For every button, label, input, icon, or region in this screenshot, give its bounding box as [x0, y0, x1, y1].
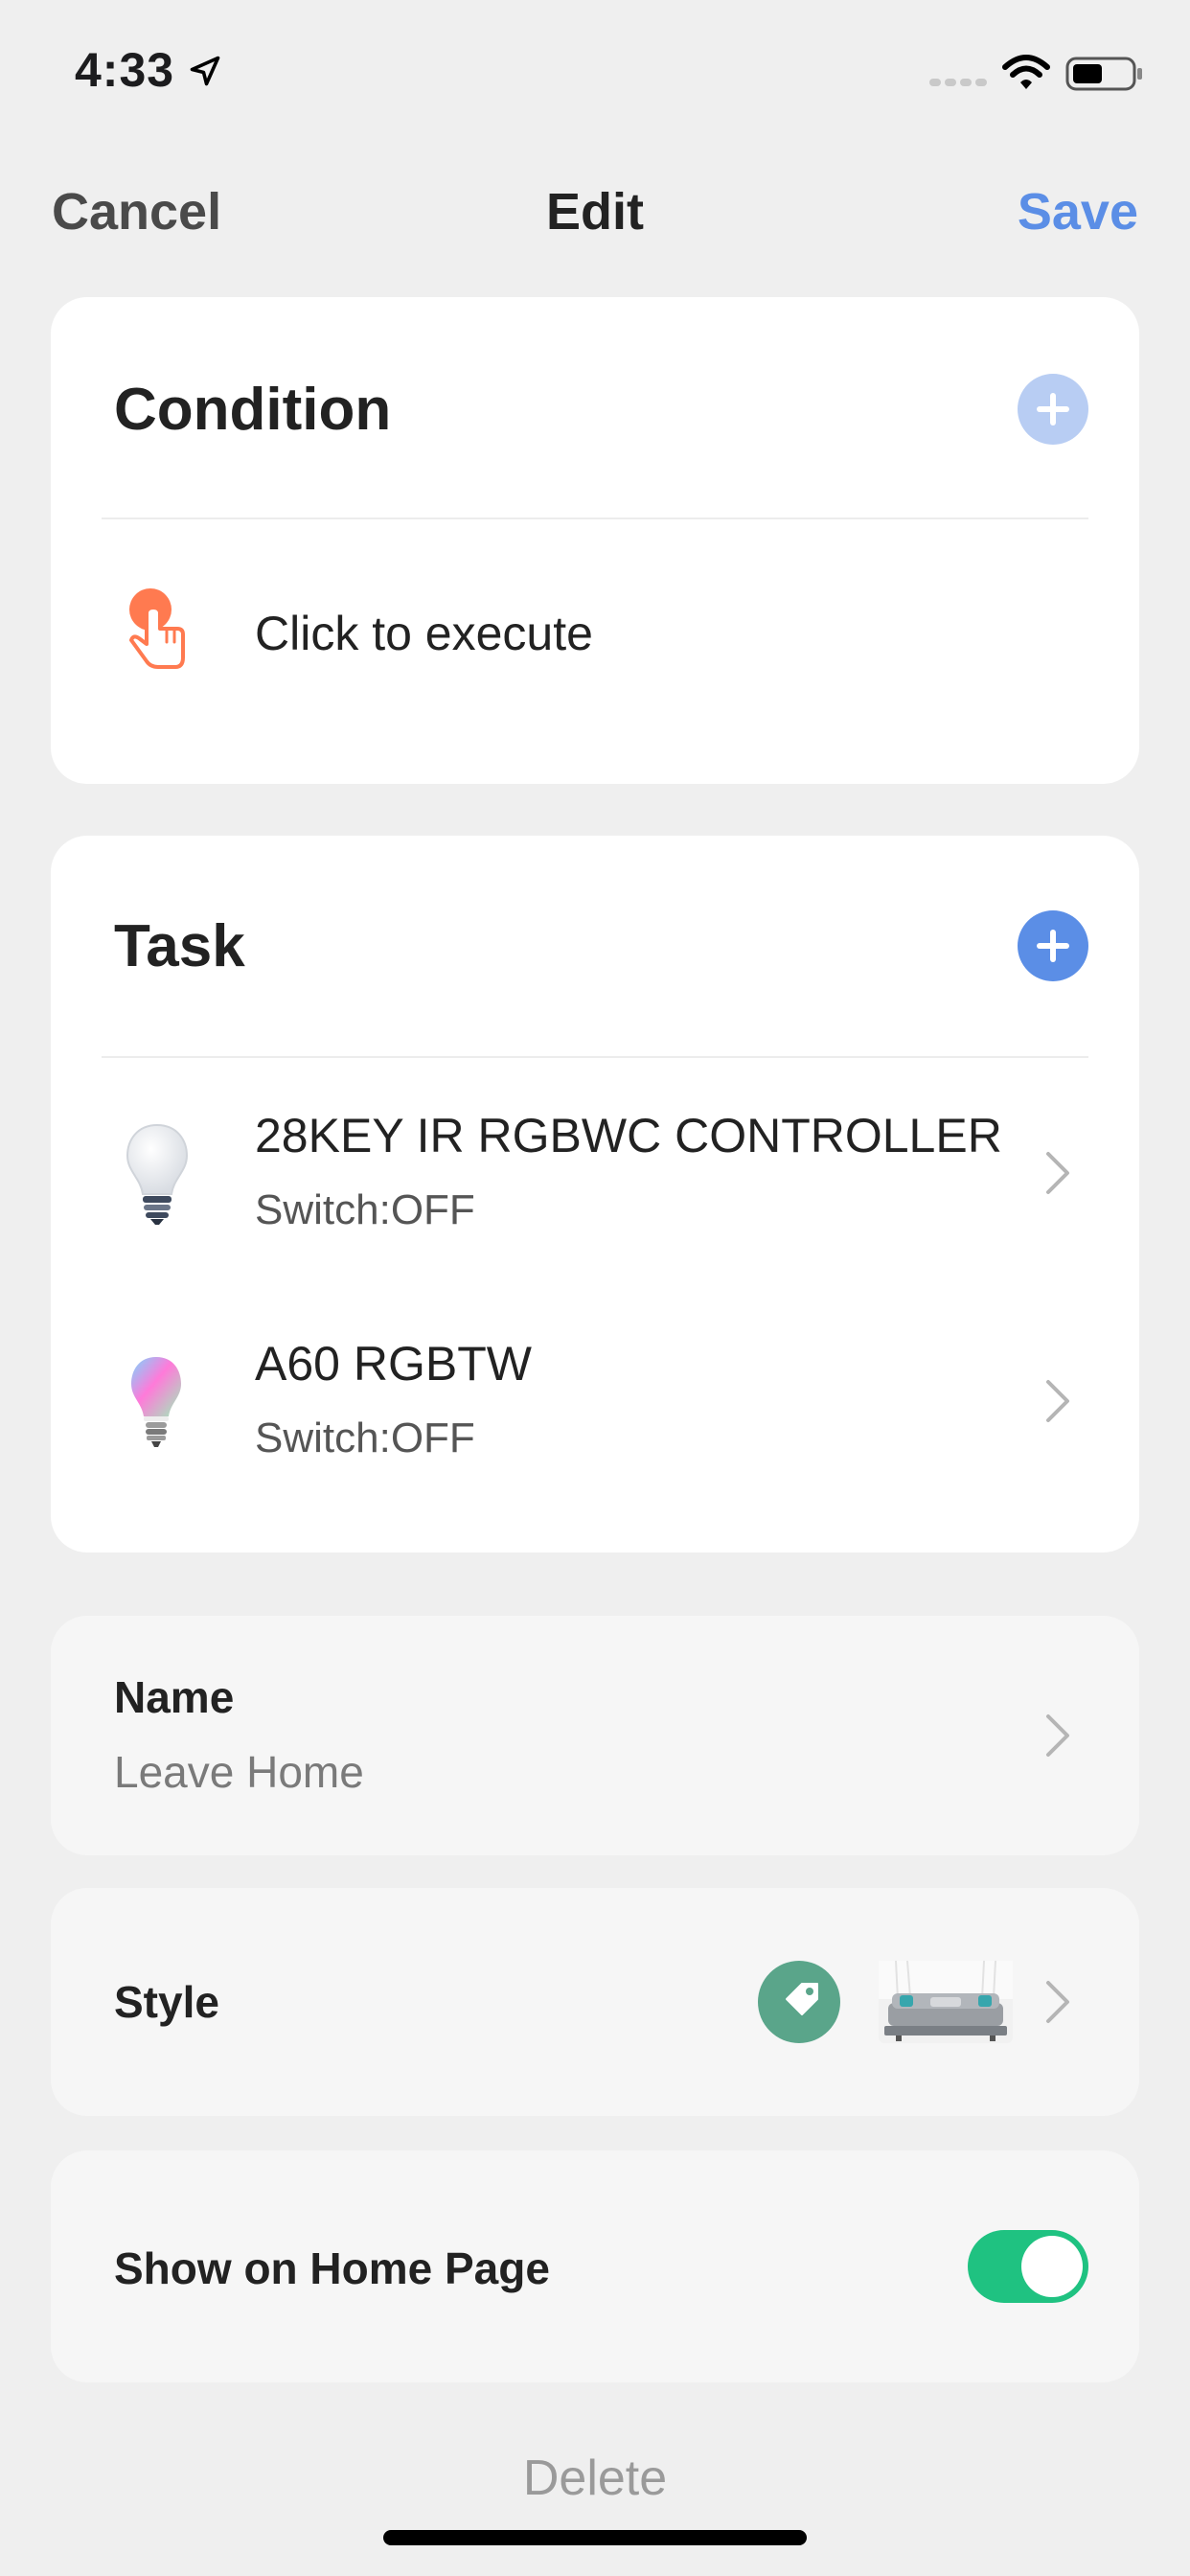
- add-task-button[interactable]: [1018, 910, 1088, 981]
- task-item-subtitle: Switch:OFF: [255, 1414, 475, 1461]
- chevron-right-icon: [1043, 1149, 1072, 1197]
- condition-card: Condition Click to execute: [51, 297, 1139, 784]
- name-row[interactable]: Name Leave Home: [51, 1616, 1139, 1855]
- show-home-label: Show on Home Page: [114, 2243, 550, 2293]
- cellular-signal-icon: [929, 79, 987, 86]
- chevron-right-icon: [1043, 1377, 1072, 1425]
- show-home-row: Show on Home Page: [51, 2150, 1139, 2382]
- task-header: Task: [114, 913, 245, 979]
- toggle-knob: [1021, 2236, 1083, 2297]
- wifi-icon: [1002, 55, 1050, 89]
- task-card: Task 28KEY IR RGBWC CONTROLLER Switch:OF…: [51, 836, 1139, 1552]
- hand-tap-icon: [129, 588, 185, 669]
- chevron-right-icon: [1043, 1712, 1072, 1760]
- style-row[interactable]: Style: [51, 1888, 1139, 2116]
- bulb-white-icon: [126, 1123, 189, 1225]
- style-label: Style: [114, 1977, 219, 2027]
- status-time: 4:33: [75, 43, 175, 97]
- tag-icon: [758, 1961, 840, 2043]
- condition-item-label: Click to execute: [255, 607, 593, 660]
- delete-button[interactable]: Delete: [0, 2450, 1190, 2507]
- bulb-color-icon: [131, 1357, 181, 1447]
- room-image: [879, 1961, 1013, 2043]
- location-arrow-icon: [190, 56, 220, 86]
- task-item-subtitle: Switch:OFF: [255, 1186, 475, 1233]
- name-value: Leave Home: [114, 1747, 364, 1797]
- divider: [102, 518, 1088, 519]
- divider: [102, 1056, 1088, 1058]
- plus-icon: [1018, 374, 1088, 445]
- save-button[interactable]: Save: [1018, 182, 1138, 242]
- status-bar: 4:33: [0, 0, 1190, 144]
- battery-icon: [1065, 57, 1142, 91]
- nav-bar: Edit Cancel Save: [0, 172, 1190, 249]
- chevron-right-icon: [1043, 1978, 1072, 2026]
- task-item-title: 28KEY IR RGBWC CONTROLLER: [255, 1109, 1002, 1162]
- plus-icon: [1018, 910, 1088, 981]
- show-home-toggle[interactable]: [968, 2230, 1088, 2303]
- name-label: Name: [114, 1672, 235, 1722]
- home-indicator: [383, 2530, 807, 2545]
- task-item-title: A60 RGBTW: [255, 1337, 532, 1391]
- condition-header: Condition: [114, 377, 392, 443]
- add-condition-button[interactable]: [1018, 374, 1088, 445]
- cancel-button[interactable]: Cancel: [52, 182, 221, 242]
